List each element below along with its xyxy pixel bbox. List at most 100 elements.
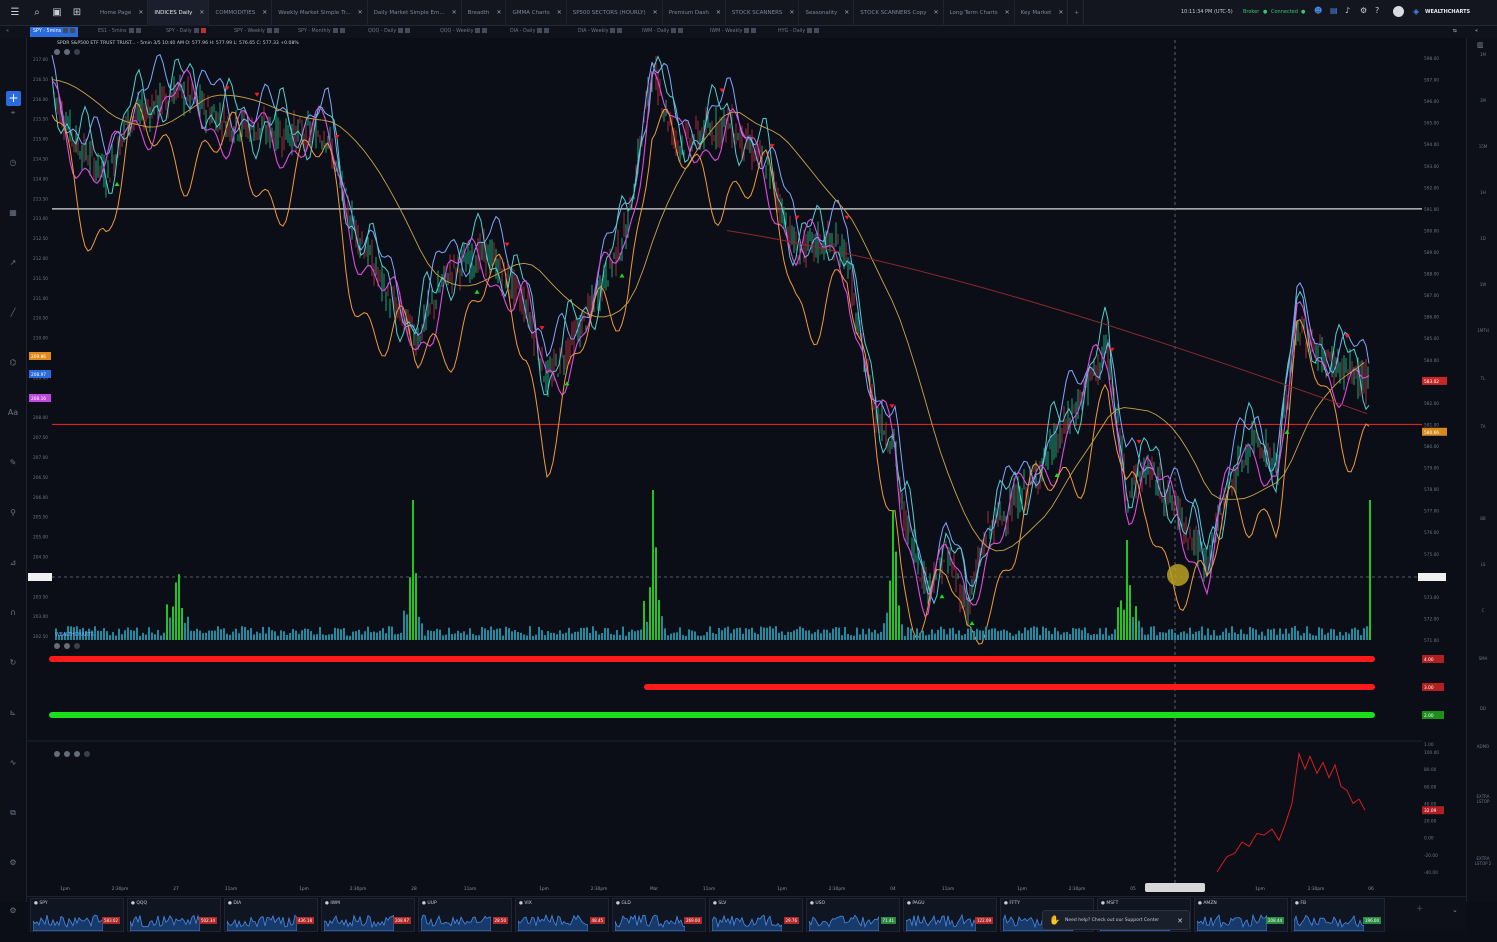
gear-bottom-icon[interactable]: ⚙ xyxy=(6,906,20,918)
close-tab-icon[interactable]: ✕ xyxy=(844,9,849,16)
workspace-tab[interactable]: Seasonality ✕ xyxy=(799,0,855,26)
trend-icon[interactable]: ↗ xyxy=(6,258,20,270)
close-tab-icon[interactable]: ✕ xyxy=(138,9,143,16)
tab-toggle-icon[interactable] xyxy=(398,28,404,33)
help-icon[interactable]: ? xyxy=(1375,6,1379,15)
gear-icon[interactable]: ⚙ xyxy=(1360,6,1367,15)
tab-toggle-icon[interactable] xyxy=(193,28,199,33)
panel-icon[interactable]: ▥ xyxy=(1477,41,1484,49)
wave-icon[interactable]: ∿ xyxy=(6,758,20,770)
brush-icon[interactable]: ✎ xyxy=(6,458,20,470)
watchlist-card[interactable]: ● IWM 208.97 xyxy=(321,898,415,932)
sidebar-label[interactable]: ADMO xyxy=(1471,744,1495,749)
chart-tab[interactable]: SPY - Weekly xyxy=(234,27,279,37)
reset-icon[interactable]: ↻ xyxy=(6,658,20,670)
sync-icon[interactable]: ⇆ xyxy=(1453,27,1457,37)
layout-icon[interactable]: ▣ xyxy=(50,6,64,20)
chart-tab[interactable]: DIA - Weekly xyxy=(578,27,623,37)
sidebar-label[interactable]: 1M xyxy=(1471,52,1495,57)
tab-close-icon[interactable] xyxy=(339,28,345,33)
magnet-icon[interactable]: ∩ xyxy=(6,608,20,620)
tab-toggle-icon[interactable] xyxy=(475,28,481,33)
ruler-icon[interactable]: ⚲ xyxy=(6,508,20,520)
workspace-tab[interactable]: SP500 SECTORS (HOURLY) ✕ xyxy=(567,0,663,26)
avatar[interactable] xyxy=(1393,6,1404,17)
chevrons-right-icon[interactable]: « xyxy=(1475,27,1478,37)
tab-toggle-icon[interactable] xyxy=(63,28,69,33)
sidebar-label[interactable]: SMA xyxy=(1471,656,1495,661)
workspace-tab[interactable]: Daily Market Simple Em... ✕ xyxy=(368,0,462,26)
chart-canvas[interactable]: SPDR S&P500 ETF TRUST TRUST... - 5min 3/… xyxy=(27,38,1466,896)
chart-tab[interactable]: SPY - Daily xyxy=(166,27,206,37)
close-tab-icon[interactable]: ✕ xyxy=(1005,9,1010,16)
chart-eye-icon[interactable] xyxy=(74,49,80,55)
chart-tab[interactable]: QQQ - Daily xyxy=(368,27,411,37)
text-tool-icon[interactable]: Aa xyxy=(6,408,20,420)
tab-close-icon[interactable] xyxy=(751,28,757,33)
add-watch-icon[interactable]: + xyxy=(1416,904,1424,914)
chart-settings-icon[interactable] xyxy=(64,49,70,55)
measure-icon[interactable]: ⊿ xyxy=(6,558,20,570)
bell-icon[interactable]: ♪ xyxy=(1345,6,1350,15)
tab-close-icon[interactable] xyxy=(200,28,206,33)
tab-close-icon[interactable] xyxy=(405,28,411,33)
users-icon[interactable]: ☻ xyxy=(1314,6,1322,15)
tab-toggle-icon[interactable] xyxy=(128,28,134,33)
workspace-tab[interactable]: Key Market ✕ xyxy=(1015,0,1069,26)
menu-icon[interactable]: ☰ xyxy=(8,6,22,20)
chart-tab[interactable]: IWM - Daily xyxy=(642,27,684,37)
close-tab-icon[interactable]: ✕ xyxy=(199,9,204,16)
sidebar-label[interactable]: 1H xyxy=(1471,190,1495,195)
tab-close-icon[interactable] xyxy=(678,28,684,33)
workspace-tab[interactable]: COMMODITIES ✕ xyxy=(209,0,273,26)
chevrons-left-icon[interactable]: « xyxy=(6,27,9,37)
panel-settings-icon[interactable] xyxy=(54,643,60,649)
ai-icon[interactable]: ⊞ xyxy=(70,6,84,20)
close-tab-icon[interactable]: ✕ xyxy=(933,9,938,16)
workspace-tab[interactable]: Premium Dash ✕ xyxy=(663,0,726,26)
chart-tab[interactable]: HYG - Daily xyxy=(778,27,820,37)
workspace-tab[interactable]: Weekly Market Simple Tr... ✕ xyxy=(272,0,368,26)
sidebar-label[interactable]: DD xyxy=(1471,706,1495,711)
sidebar-label[interactable]: EXTRA LSTOP xyxy=(1471,794,1495,804)
oscillator-control-icon[interactable] xyxy=(64,751,70,757)
tab-close-icon[interactable] xyxy=(544,28,550,33)
close-tab-icon[interactable]: ✕ xyxy=(262,9,267,16)
sidebar-label[interactable]: C xyxy=(1471,608,1495,613)
settings-small-icon[interactable]: ⚙ xyxy=(6,858,20,870)
sidebar-label[interactable]: 1D xyxy=(1471,236,1495,241)
line-tool-icon[interactable]: ╱ xyxy=(6,308,20,320)
close-tab-icon[interactable]: ✕ xyxy=(1058,9,1063,16)
add-button[interactable]: + xyxy=(6,91,21,106)
oscillator-control-icon[interactable] xyxy=(54,751,60,757)
oscillator-control-icon[interactable] xyxy=(74,751,80,757)
workspace-tab[interactable]: GMMA Charts ✕ xyxy=(506,0,567,26)
sidebar-label[interactable]: 1W xyxy=(1471,282,1495,287)
chart-tab[interactable]: IWM - Weekly xyxy=(710,27,757,37)
panel-eye-icon[interactable] xyxy=(74,643,80,649)
chart-tab[interactable]: SPY - Monthly xyxy=(298,27,345,37)
tab-toggle-icon[interactable] xyxy=(744,28,750,33)
add-tab-button[interactable]: + xyxy=(1068,0,1084,26)
tab-close-icon[interactable] xyxy=(814,28,820,33)
calendar-icon[interactable]: ▦ xyxy=(6,208,20,220)
tab-close-icon[interactable] xyxy=(273,28,279,33)
collapse-icon[interactable]: ⌄ xyxy=(1452,906,1458,914)
watchlist-card[interactable]: ● SLV 29.76 xyxy=(709,898,803,932)
tab-toggle-icon[interactable] xyxy=(332,28,338,33)
watchlist-card[interactable]: ● USO 71.41 xyxy=(806,898,900,932)
tab-toggle-icon[interactable] xyxy=(537,28,543,33)
oscillator-control-icon[interactable] xyxy=(84,751,90,757)
sidebar-label[interactable]: 1MTH xyxy=(1471,328,1495,333)
panel-lock-icon[interactable] xyxy=(64,643,70,649)
watchlist-card[interactable]: ● GLD 269.00 xyxy=(612,898,706,932)
workspace-tab[interactable]: STOCK SCANNERS ✕ xyxy=(726,0,800,26)
stats-icon[interactable]: ⊾ xyxy=(6,708,20,720)
tab-close-icon[interactable] xyxy=(482,28,488,33)
chart-tab[interactable]: ES1 - 5mins xyxy=(98,27,141,37)
sidebar-label[interactable]: 3M xyxy=(1471,98,1495,103)
watchlist-card[interactable]: ● QQQ 502.34 xyxy=(127,898,221,932)
close-tab-icon[interactable]: ✕ xyxy=(557,9,562,16)
tab-toggle-icon[interactable] xyxy=(807,28,813,33)
watchlist-card[interactable]: ● PAGU 122.09 xyxy=(903,898,997,932)
